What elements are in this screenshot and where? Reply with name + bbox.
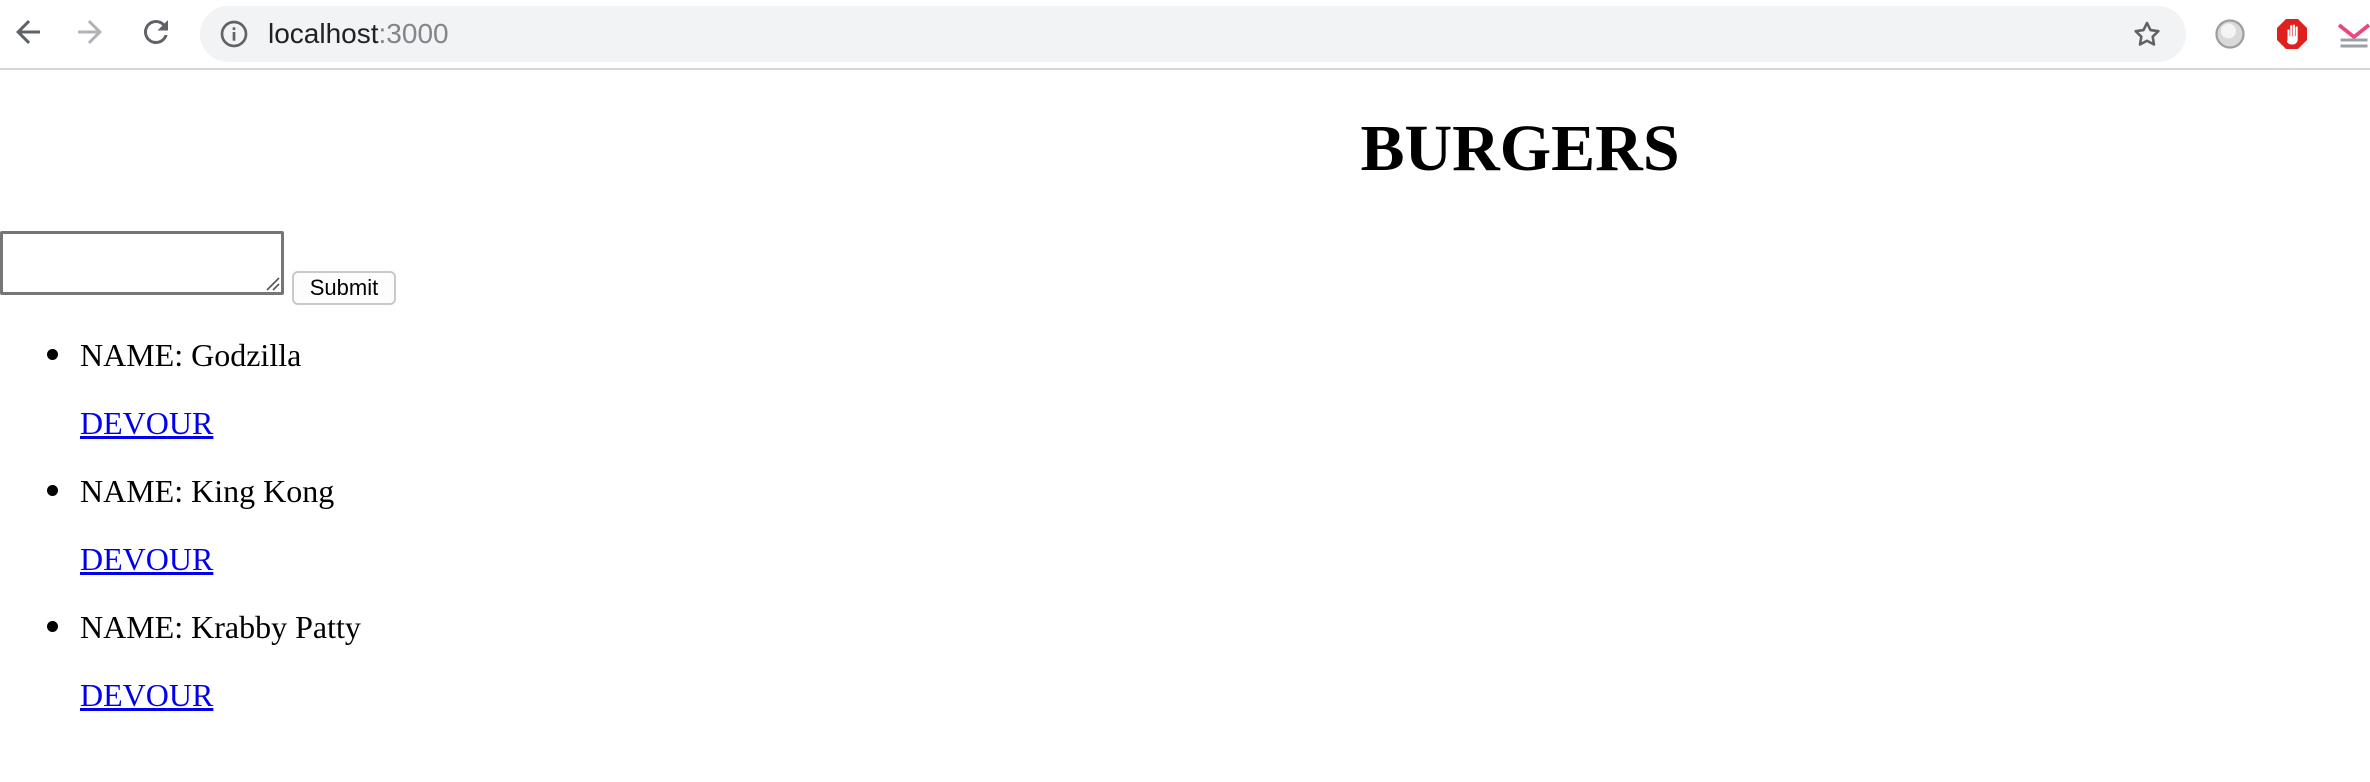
arrow-left-icon (16, 20, 40, 44)
bullet-icon (47, 485, 58, 496)
burger-name: NAME: King Kong (80, 473, 335, 509)
arrow-right-icon (78, 20, 102, 44)
burger-list: NAME: Godzilla DEVOUR NAME: King Kong DE… (0, 330, 1000, 738)
address-bar[interactable]: localhost:3000 (200, 6, 2186, 62)
devour-link[interactable]: DEVOUR (80, 670, 213, 720)
devour-link[interactable]: DEVOUR (80, 534, 213, 584)
reload-icon (143, 19, 168, 44)
bullet-icon (47, 621, 58, 632)
bullet-icon (47, 349, 58, 360)
back-button[interactable] (10, 14, 46, 50)
devour-link[interactable]: DEVOUR (80, 398, 213, 448)
list-item: NAME: King Kong DEVOUR (0, 466, 1000, 602)
red-hand-extension-icon[interactable] (2274, 16, 2310, 52)
reload-button[interactable] (138, 14, 174, 50)
burger-name: NAME: Krabby Patty (80, 609, 361, 645)
submit-button[interactable]: Submit (292, 271, 396, 305)
pink-extension-icon[interactable] (2336, 16, 2370, 52)
resize-grip-icon[interactable] (264, 275, 280, 291)
url-text[interactable]: localhost:3000 (268, 20, 449, 48)
forward-button[interactable] (72, 14, 108, 50)
page-title: BURGERS (1360, 112, 1680, 185)
list-item: NAME: Krabby Patty DEVOUR (0, 602, 1000, 738)
info-icon[interactable] (218, 18, 250, 50)
browser-toolbar: localhost:3000 (0, 0, 2370, 70)
list-item: NAME: Godzilla DEVOUR (0, 330, 1000, 466)
gray-circle-extension-icon[interactable] (2212, 16, 2248, 52)
burger-name-input[interactable] (0, 231, 284, 295)
burger-name: NAME: Godzilla (80, 337, 302, 373)
url-port: :3000 (378, 18, 449, 49)
star-icon[interactable] (2130, 18, 2164, 52)
url-host: localhost (268, 18, 379, 49)
